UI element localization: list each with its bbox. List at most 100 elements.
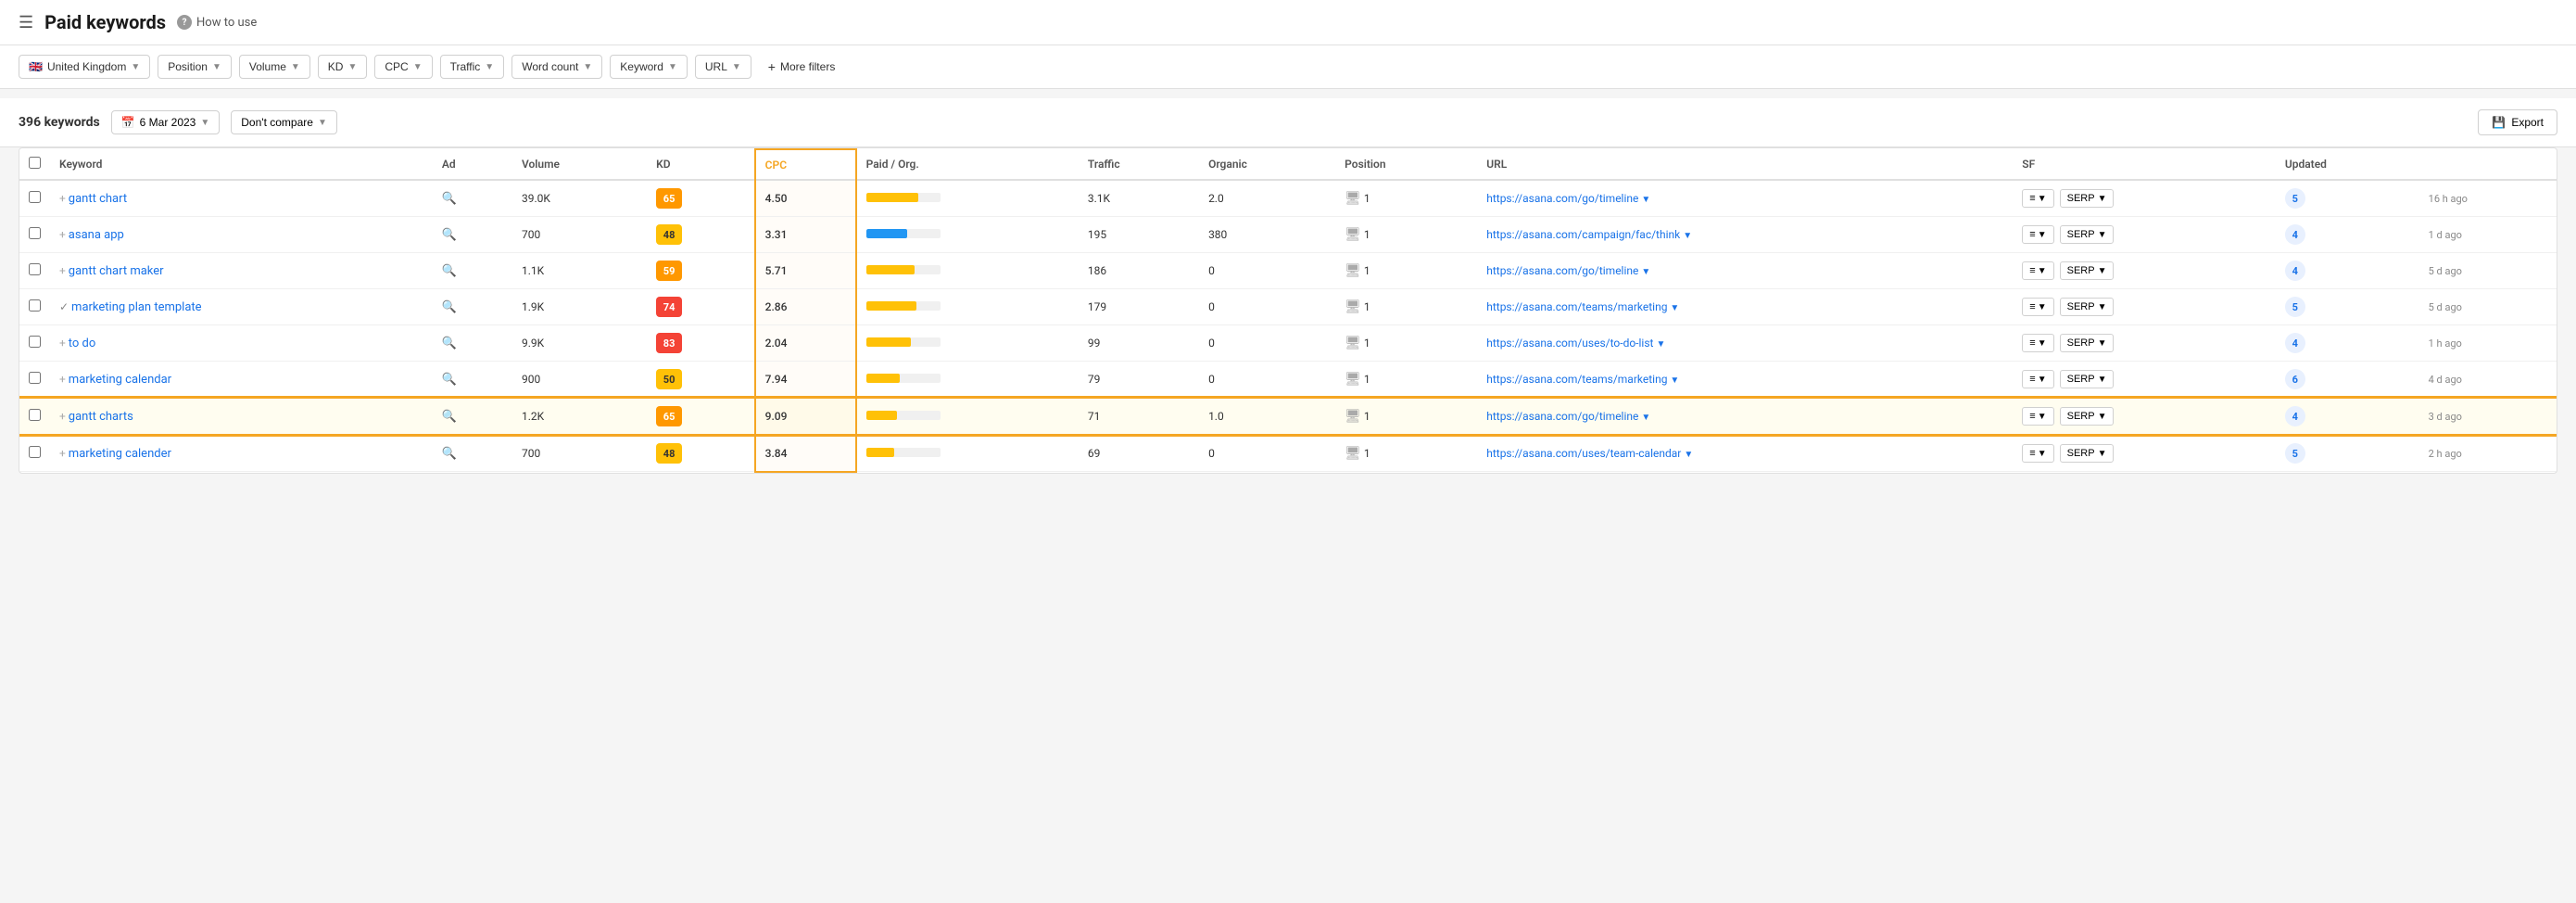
sf-column-header: SF (2013, 149, 2276, 180)
action-button[interactable]: ≡ ▼ (2022, 261, 2053, 280)
add-icon[interactable]: + (59, 373, 66, 386)
hamburger-icon[interactable]: ☰ (19, 13, 33, 32)
row-checkbox-cell[interactable] (19, 362, 50, 399)
word-count-filter[interactable]: Word count ▼ (511, 55, 602, 79)
search-icon[interactable]: 🔍 (442, 447, 457, 461)
row-checkbox-cell[interactable] (19, 180, 50, 217)
url-dropdown-icon[interactable]: ▼ (1683, 231, 1692, 241)
table-row: + marketing calender 🔍 700 48 3.84 69 0 … (19, 435, 2557, 472)
keyword-link[interactable]: gantt chart maker (69, 264, 164, 278)
volume-cell: 700 (512, 217, 647, 253)
row-checkbox[interactable] (29, 263, 41, 275)
search-icon[interactable]: 🔍 (442, 300, 457, 314)
serp-button[interactable]: SERP ▼ (2060, 189, 2115, 208)
keyword-filter[interactable]: Keyword ▼ (610, 55, 688, 79)
add-icon[interactable]: + (59, 410, 66, 423)
action-button[interactable]: ≡ ▼ (2022, 407, 2053, 426)
position-filter[interactable]: Position ▼ (158, 55, 232, 79)
url-link[interactable]: https://asana.com/go/timeline (1486, 192, 1638, 205)
serp-button[interactable]: SERP ▼ (2060, 444, 2115, 463)
row-checkbox-cell[interactable] (19, 435, 50, 472)
export-button[interactable]: 💾 Export (2478, 109, 2557, 135)
more-filters-button[interactable]: + More filters (759, 55, 845, 79)
updated-cell: 1 d ago (2419, 217, 2557, 253)
serp-button[interactable]: SERP ▼ (2060, 407, 2115, 426)
country-filter[interactable]: 🇬🇧 United Kingdom ▼ (19, 55, 150, 79)
action-button[interactable]: ≡ ▼ (2022, 225, 2053, 244)
url-link[interactable]: https://asana.com/go/timeline (1486, 410, 1638, 423)
action-button[interactable]: ≡ ▼ (2022, 444, 2053, 463)
add-icon[interactable]: + (59, 264, 66, 277)
row-checkbox[interactable] (29, 299, 41, 312)
traffic-filter[interactable]: Traffic ▼ (440, 55, 505, 79)
url-dropdown-icon[interactable]: ▼ (1656, 339, 1665, 350)
row-checkbox[interactable] (29, 336, 41, 348)
url-dropdown-icon[interactable]: ▼ (1684, 450, 1693, 460)
url-link[interactable]: https://asana.com/teams/marketing (1486, 373, 1667, 386)
cpc-filter[interactable]: CPC ▼ (374, 55, 432, 79)
url-link[interactable]: https://asana.com/uses/to-do-list (1486, 337, 1653, 350)
row-checkbox[interactable] (29, 409, 41, 421)
url-link[interactable]: https://asana.com/campaign/fac/think (1486, 228, 1680, 241)
serp-button[interactable]: SERP ▼ (2060, 225, 2115, 244)
action-button[interactable]: ≡ ▼ (2022, 334, 2053, 352)
cpc-cell: 9.09 (755, 398, 856, 435)
action-button[interactable]: ≡ ▼ (2022, 370, 2053, 388)
keyword-link[interactable]: asana app (69, 228, 124, 242)
row-checkbox[interactable] (29, 191, 41, 203)
url-link[interactable]: https://asana.com/teams/marketing (1486, 300, 1667, 313)
updated-cell: 1 h ago (2419, 325, 2557, 362)
action-button[interactable]: ≡ ▼ (2022, 189, 2053, 208)
row-checkbox-cell[interactable] (19, 253, 50, 289)
url-dropdown-icon[interactable]: ▼ (1641, 267, 1650, 277)
search-icon[interactable]: 🔍 (442, 192, 457, 206)
url-dropdown-icon[interactable]: ▼ (1670, 303, 1679, 313)
row-checkbox-cell[interactable] (19, 289, 50, 325)
keyword-link[interactable]: marketing plan template (71, 300, 202, 314)
url-link[interactable]: https://asana.com/uses/team-calendar (1486, 447, 1681, 460)
keyword-link[interactable]: gantt chart (69, 192, 127, 206)
row-checkbox[interactable] (29, 446, 41, 458)
action-button[interactable]: ≡ ▼ (2022, 298, 2053, 316)
serp-button[interactable]: SERP ▼ (2060, 298, 2115, 316)
traffic-cell: 179 (1079, 289, 1199, 325)
row-checkbox-cell[interactable] (19, 398, 50, 435)
keyword-link[interactable]: marketing calender (69, 447, 171, 461)
volume-filter[interactable]: Volume ▼ (239, 55, 310, 79)
url-dropdown-icon[interactable]: ▼ (1641, 195, 1650, 205)
keyword-link[interactable]: gantt charts (69, 410, 133, 424)
add-icon[interactable]: + (59, 228, 66, 241)
search-icon[interactable]: 🔍 (442, 264, 457, 278)
row-checkbox[interactable] (29, 227, 41, 239)
traffic-cell: 99 (1079, 325, 1199, 362)
search-icon[interactable]: 🔍 (442, 228, 457, 242)
url-cell: https://asana.com/go/timeline ▼ (1477, 398, 2013, 435)
search-icon[interactable]: 🔍 (442, 373, 457, 387)
compare-button[interactable]: Don't compare ▼ (231, 110, 337, 134)
keyword-link[interactable]: marketing calendar (69, 373, 171, 387)
kd-filter[interactable]: KD ▼ (318, 55, 368, 79)
add-icon[interactable]: + (59, 447, 66, 460)
row-checkbox-cell[interactable] (19, 325, 50, 362)
serp-button[interactable]: SERP ▼ (2060, 370, 2115, 388)
url-dropdown-icon[interactable]: ▼ (1641, 413, 1650, 423)
date-button[interactable]: 📅 6 Mar 2023 ▼ (111, 110, 221, 134)
add-icon[interactable]: + (59, 337, 66, 350)
url-dropdown-icon[interactable]: ▼ (1670, 375, 1679, 386)
url-link[interactable]: https://asana.com/go/timeline (1486, 264, 1638, 277)
select-all-checkbox[interactable] (29, 157, 41, 169)
keyword-cell: + to do (50, 325, 433, 362)
how-to-use-button[interactable]: ? How to use (177, 15, 257, 30)
url-filter[interactable]: URL ▼ (695, 55, 751, 79)
keyword-link[interactable]: to do (69, 337, 96, 350)
search-icon[interactable]: 🔍 (442, 337, 457, 350)
search-icon[interactable]: 🔍 (442, 410, 457, 424)
serp-button[interactable]: SERP ▼ (2060, 334, 2115, 352)
serp-button[interactable]: SERP ▼ (2060, 261, 2115, 280)
calendar-icon: 📅 (121, 116, 135, 129)
position-cell: 🖥 1 (1335, 217, 1477, 253)
row-checkbox[interactable] (29, 372, 41, 384)
row-checkbox-cell[interactable] (19, 217, 50, 253)
add-icon[interactable]: + (59, 192, 66, 205)
kd-cell: 65 (647, 398, 755, 435)
